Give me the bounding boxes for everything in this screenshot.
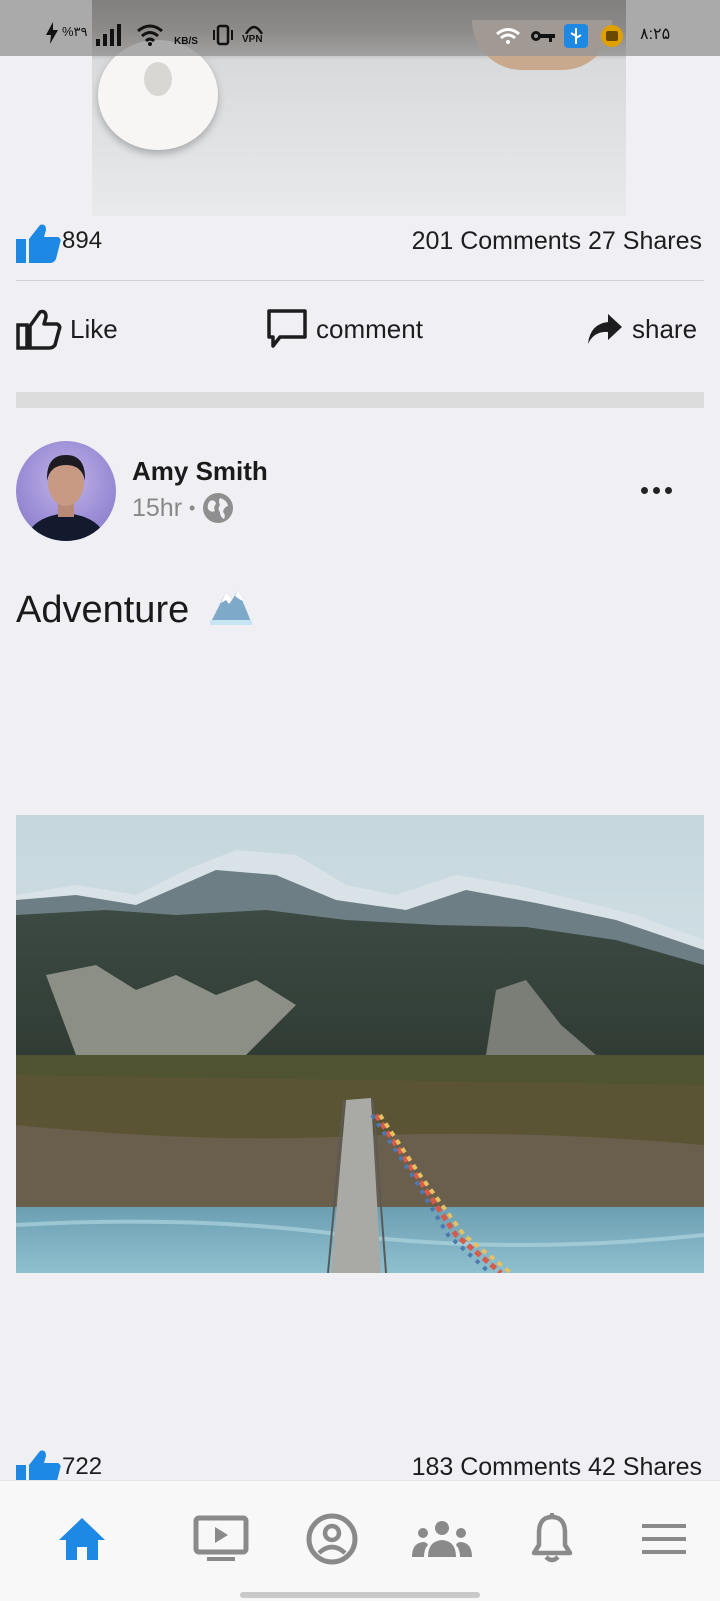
charging-icon xyxy=(46,22,58,44)
share-label: share xyxy=(632,313,698,344)
meta-separator: • xyxy=(189,497,196,518)
like-button[interactable]: Like xyxy=(16,305,118,353)
more-dot xyxy=(664,486,672,494)
network-speed-unit: KB/S xyxy=(174,36,198,47)
author-name[interactable]: Amy Smith xyxy=(132,456,268,487)
profile-icon xyxy=(306,1513,358,1565)
home-indicator[interactable] xyxy=(240,1592,480,1598)
avatar-portrait xyxy=(26,455,106,541)
nav-video[interactable] xyxy=(191,1511,251,1567)
thumbs-up-filled-icon xyxy=(16,224,61,263)
post-caption: Adventure xyxy=(16,589,190,631)
post-meta: 15hr • xyxy=(132,492,234,524)
share-arrow-icon xyxy=(588,314,622,344)
nav-profile[interactable] xyxy=(302,1511,362,1567)
mountain-snow-icon xyxy=(209,590,252,625)
thumbs-up-outline-icon xyxy=(16,309,62,350)
battery-percent: %۳۹ xyxy=(62,24,88,39)
hotspot-icon xyxy=(496,28,520,44)
comments-shares-count[interactable]: 183 Comments 42 Shares xyxy=(412,1453,702,1482)
like-label: Like xyxy=(70,313,118,344)
comment-icon xyxy=(267,309,307,348)
comment-button[interactable]: comment xyxy=(266,305,423,353)
video-icon xyxy=(193,1515,249,1561)
wifi-icon xyxy=(137,24,163,46)
bottom-navigation xyxy=(0,1480,720,1601)
vpn-label: VPN xyxy=(242,34,263,45)
home-icon xyxy=(59,1518,105,1560)
signal-icon xyxy=(96,24,121,46)
nav-notifications[interactable] xyxy=(522,1511,582,1567)
comment-label: comment xyxy=(316,313,423,344)
menu-icon xyxy=(642,1524,686,1554)
status-bar: %۳۹ KB/S VPN ۸:۲۵ xyxy=(0,0,720,56)
divider xyxy=(16,280,704,281)
globe-icon xyxy=(203,493,234,523)
like-count[interactable]: 894 xyxy=(62,227,102,255)
vpn-icon xyxy=(244,25,264,34)
landscape-photo xyxy=(16,815,704,1273)
avatar[interactable] xyxy=(16,441,116,541)
more-dot xyxy=(640,486,648,494)
nav-home[interactable] xyxy=(52,1511,112,1567)
post-time[interactable]: 15hr xyxy=(132,494,182,523)
nav-menu[interactable] xyxy=(634,1511,694,1567)
post-text: Adventure xyxy=(16,584,254,632)
post-separator xyxy=(16,392,704,408)
nav-groups[interactable] xyxy=(412,1511,472,1567)
key-icon xyxy=(531,31,555,42)
usb-icon xyxy=(564,24,588,48)
clock: ۸:۲۵ xyxy=(640,26,671,43)
download-icon xyxy=(601,25,623,47)
post-image[interactable] xyxy=(16,815,704,1273)
more-options-button[interactable] xyxy=(632,478,680,502)
more-dot xyxy=(652,486,660,494)
comments-shares-count[interactable]: 201 Comments 27 Shares xyxy=(412,227,702,256)
like-count[interactable]: 722 xyxy=(62,1453,102,1481)
groups-icon xyxy=(412,1521,472,1557)
previous-post-reactions: 894 201 Comments 27 Shares xyxy=(16,223,702,263)
vibrate-icon xyxy=(213,24,233,46)
share-button[interactable]: share xyxy=(586,305,697,353)
notifications-icon xyxy=(531,1513,573,1563)
